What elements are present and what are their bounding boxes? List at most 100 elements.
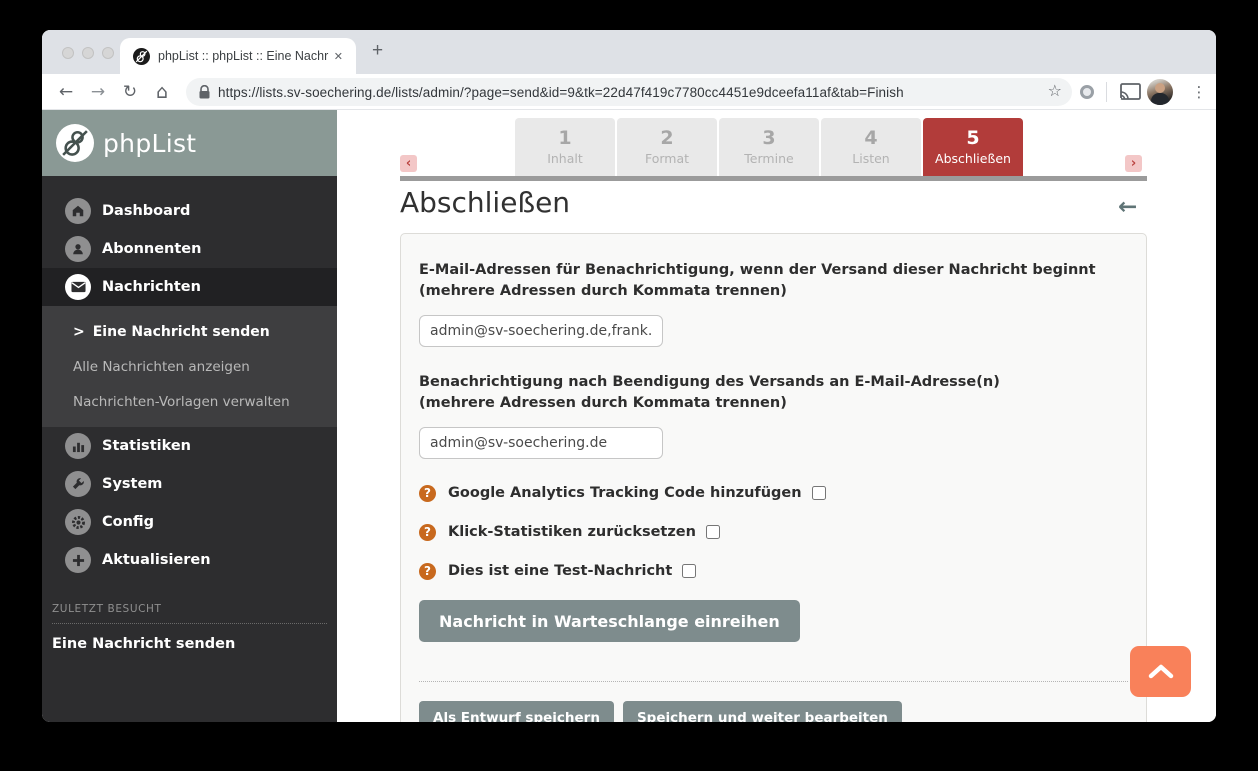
wizard-step-4[interactable]: 4 Listen — [821, 118, 921, 176]
sidebar-item-label: System — [102, 476, 163, 492]
chevron-up-icon — [1148, 664, 1173, 679]
sidebar-item-aktualisieren[interactable]: Aktualisieren — [42, 541, 337, 579]
forward-icon[interactable]: → — [86, 74, 110, 110]
back-arrow-icon[interactable]: ← — [1118, 194, 1137, 220]
submenu-item-label: Eine Nachricht senden — [92, 323, 270, 340]
lock-icon — [199, 85, 210, 99]
queue-message-button[interactable]: Nachricht in Warteschlange einreihen — [419, 600, 800, 642]
wizard-prev-arrow[interactable]: ‹ — [400, 155, 417, 172]
sidebar-item-label: Config — [102, 514, 155, 530]
step-label: Abschließen — [935, 151, 1011, 166]
wrench-icon — [65, 471, 91, 497]
step-number: 2 — [660, 127, 674, 149]
save-draft-button[interactable]: Als Entwurf speichern — [419, 701, 614, 722]
wizard-step-3[interactable]: 3 Termine — [719, 118, 819, 176]
profile-avatar[interactable] — [1147, 79, 1173, 105]
step-number: 3 — [762, 127, 776, 149]
recently-visited-header: ZULETZT BESUCHT — [52, 603, 327, 624]
wizard-step-2[interactable]: 2 Format — [617, 118, 717, 176]
sidebar: phpList Dashboard Abonnenten Nachrichten… — [42, 110, 337, 722]
back-icon[interactable]: ← — [54, 74, 78, 110]
help-icon[interactable]: ? — [419, 484, 436, 502]
checkbox-label: Dies ist eine Test-Nachricht — [448, 563, 673, 579]
google-analytics-row: ? Google Analytics Tracking Code hinzufü… — [419, 483, 1128, 503]
avatar-body — [1151, 93, 1169, 105]
help-icon[interactable]: ? — [419, 562, 436, 580]
step-label: Inhalt — [547, 151, 583, 166]
zoom-window-button[interactable] — [102, 47, 114, 59]
submenu-item-label: Nachrichten-Vorlagen verwalten — [73, 393, 290, 410]
notify-end-label: Benachrichtigung nach Beendigung des Ver… — [419, 374, 1000, 411]
extension-icon[interactable] — [1080, 85, 1094, 99]
close-window-button[interactable] — [62, 47, 74, 59]
wizard-next-arrow[interactable]: › — [1125, 155, 1142, 172]
phplist-logo-icon — [56, 124, 94, 162]
avatar-face — [1155, 83, 1165, 93]
sidebar-item-statistiken[interactable]: Statistiken — [42, 427, 337, 465]
browser-menu-icon[interactable]: ⋮ — [1189, 74, 1209, 110]
person-icon — [65, 236, 91, 262]
phplist-favicon-icon — [133, 47, 150, 65]
submenu-item-label: Alle Nachrichten anzeigen — [73, 358, 250, 375]
sidebar-item-label: Nachrichten — [102, 279, 201, 295]
google-analytics-checkbox[interactable] — [811, 486, 826, 500]
reload-icon[interactable]: ↻ — [118, 74, 142, 110]
notify-start-input[interactable] — [419, 315, 663, 347]
reset-click-stats-checkbox[interactable] — [705, 525, 720, 539]
sidebar-item-dashboard[interactable]: Dashboard — [42, 192, 337, 230]
main-content: ‹ › 1 Inhalt 2 Format 3 Termine 4 Listen… — [337, 110, 1216, 722]
home-icon[interactable]: ⌂ — [150, 74, 174, 110]
scroll-to-top-button[interactable] — [1130, 646, 1191, 697]
wizard-step-5[interactable]: 5 Abschließen — [923, 118, 1023, 181]
sidebar-item-label: Dashboard — [102, 203, 191, 219]
checkbox-label: Google Analytics Tracking Code hinzufüge… — [448, 485, 802, 501]
step-label: Format — [644, 151, 690, 166]
save-and-continue-button[interactable]: Speichern und weiter bearbeiten — [622, 701, 902, 722]
plus-icon — [65, 547, 91, 573]
url-text[interactable]: https://lists.sv-soechering.de/lists/adm… — [218, 85, 904, 100]
submenu-item-vorlagen[interactable]: Nachrichten-Vorlagen verwalten — [42, 384, 337, 419]
page-title: Abschließen — [400, 186, 571, 219]
step-number: 5 — [966, 127, 980, 149]
recently-visited-item[interactable]: Eine Nachricht senden — [52, 636, 327, 652]
tab-close-icon[interactable]: ✕ — [331, 48, 346, 65]
test-message-row: ? Dies ist eine Test-Nachricht — [419, 561, 1128, 581]
cast-icon[interactable] — [1119, 83, 1141, 104]
tab-title: phpList :: phpList :: Eine Nachr — [158, 49, 329, 63]
notify-start-label: E-Mail-Adressen für Benachrichtigung, we… — [419, 262, 1096, 299]
sidebar-item-abonnenten[interactable]: Abonnenten — [42, 230, 337, 268]
submenu-item-eine-nachricht-senden[interactable]: > Eine Nachricht senden — [42, 314, 337, 349]
minimize-window-button[interactable] — [82, 47, 94, 59]
notify-end-input[interactable] — [419, 427, 663, 459]
help-icon[interactable]: ? — [419, 523, 436, 541]
step-number: 4 — [864, 127, 878, 149]
sidebar-header: phpList — [42, 110, 337, 176]
checkbox-label: Klick-Statistiken zurücksetzen — [448, 524, 696, 540]
envelope-icon — [65, 274, 91, 300]
sidebar-item-label: Abonnenten — [102, 241, 202, 257]
reset-click-stats-row: ? Klick-Statistiken zurücksetzen — [419, 522, 1128, 542]
step-label: Listen — [852, 151, 890, 166]
address-bar[interactable]: https://lists.sv-soechering.de/lists/adm… — [186, 78, 1072, 106]
browser-window: phpList :: phpList :: Eine Nachr ✕ + ← →… — [42, 30, 1216, 722]
sidebar-item-nachrichten[interactable]: Nachrichten — [42, 268, 337, 306]
bookmark-star-icon[interactable]: ☆ — [1048, 81, 1062, 100]
sidebar-item-config[interactable]: Config — [42, 503, 337, 541]
chevron-right-icon: > — [73, 323, 85, 340]
sidebar-item-label: Aktualisieren — [102, 552, 211, 568]
new-tab-button[interactable]: + — [372, 40, 383, 62]
nachrichten-submenu: > Eine Nachricht senden Alle Nachrichten… — [42, 306, 337, 427]
divider — [419, 681, 1128, 682]
sidebar-item-system[interactable]: System — [42, 465, 337, 503]
browser-tab[interactable]: phpList :: phpList :: Eine Nachr ✕ — [120, 38, 356, 74]
home-icon — [65, 198, 91, 224]
bar-chart-icon — [65, 433, 91, 459]
wizard-step-1[interactable]: 1 Inhalt — [515, 118, 615, 176]
step-number: 1 — [558, 127, 572, 149]
toolbar-divider — [1106, 82, 1107, 102]
gear-icon — [65, 509, 91, 535]
phplist-logo-text: phpList — [103, 128, 197, 158]
step-label: Termine — [744, 151, 794, 166]
submenu-item-alle-nachrichten[interactable]: Alle Nachrichten anzeigen — [42, 349, 337, 384]
test-message-checkbox[interactable] — [682, 564, 697, 578]
